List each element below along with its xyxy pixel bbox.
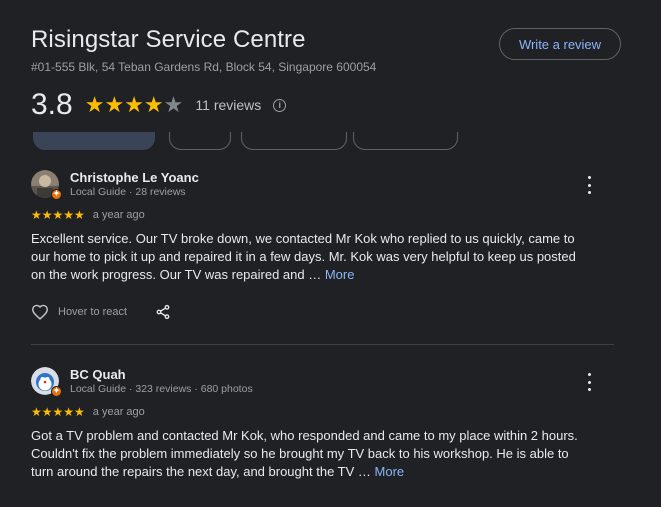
filter-chips (31, 132, 631, 152)
place-header: Risingstar Service Centre #01-555 Blk, 5… (31, 26, 376, 74)
chip-newest[interactable] (169, 132, 231, 150)
review-text: Excellent service. Our TV broke down, we… (31, 230, 591, 284)
reviewer-name[interactable]: BC Quah (70, 367, 126, 382)
review-actions: Hover to react (31, 304, 171, 320)
more-options-icon[interactable] (584, 176, 594, 194)
heart-icon[interactable] (31, 304, 49, 320)
place-title: Risingstar Service Centre (31, 26, 306, 53)
place-address: #01-555 Blk, 54 Teban Gardens Rd, Block … (31, 60, 377, 74)
chip-highest[interactable] (241, 132, 347, 150)
reviewer-name[interactable]: Christophe Le Yoanc (70, 170, 199, 185)
avatar[interactable]: ✦ (31, 170, 62, 200)
star-icon: ★ (104, 92, 125, 117)
review-time: a year ago (92, 209, 145, 221)
reviewer-meta: Local Guide · 323 reviews · 680 photos (70, 383, 253, 395)
review-count: 11 reviews (195, 97, 262, 113)
chip-lowest[interactable] (353, 132, 458, 150)
more-link[interactable]: More (325, 267, 355, 282)
share-icon[interactable] (155, 304, 171, 320)
rating-stars: ★ ★ ★ ★ ★ (85, 94, 184, 116)
rating-value: 3.8 (31, 88, 73, 121)
local-guide-badge-icon: ✦ (51, 386, 62, 397)
reviewer-meta: Local Guide · 28 reviews (70, 186, 186, 198)
star-empty-icon: ★ (163, 92, 184, 117)
star-icon: ★ (124, 92, 144, 117)
avatar[interactable]: ✦ (31, 367, 62, 397)
review-divider (31, 344, 614, 345)
info-icon[interactable]: i (273, 98, 287, 112)
more-link[interactable]: More (375, 464, 405, 479)
hover-to-react-label: Hover to react (58, 306, 128, 318)
more-options-icon[interactable] (584, 373, 594, 391)
review-body: Excellent service. Our TV broke down, we… (31, 231, 576, 282)
star-icon: ★ (143, 92, 164, 117)
chip-most-relevant[interactable] (33, 132, 155, 150)
review-body: Got a TV problem and contacted Mr Kok, w… (31, 428, 578, 479)
review-stars: ★★★★★ (31, 208, 85, 222)
star-icon: ★ (84, 92, 105, 117)
review-stars: ★★★★★ (31, 405, 85, 419)
rating-summary: 3.8 ★ ★ ★ ★ ★ 11 reviews i (31, 88, 287, 122)
review-text: Got a TV problem and contacted Mr Kok, w… (31, 427, 591, 481)
review-rating: ★★★★★ a year ago (31, 208, 145, 222)
review-time: a year ago (92, 406, 145, 418)
local-guide-badge-icon: ✦ (51, 189, 62, 200)
review-rating: ★★★★★ a year ago (31, 405, 145, 419)
write-review-button[interactable]: Write a review (499, 28, 621, 60)
